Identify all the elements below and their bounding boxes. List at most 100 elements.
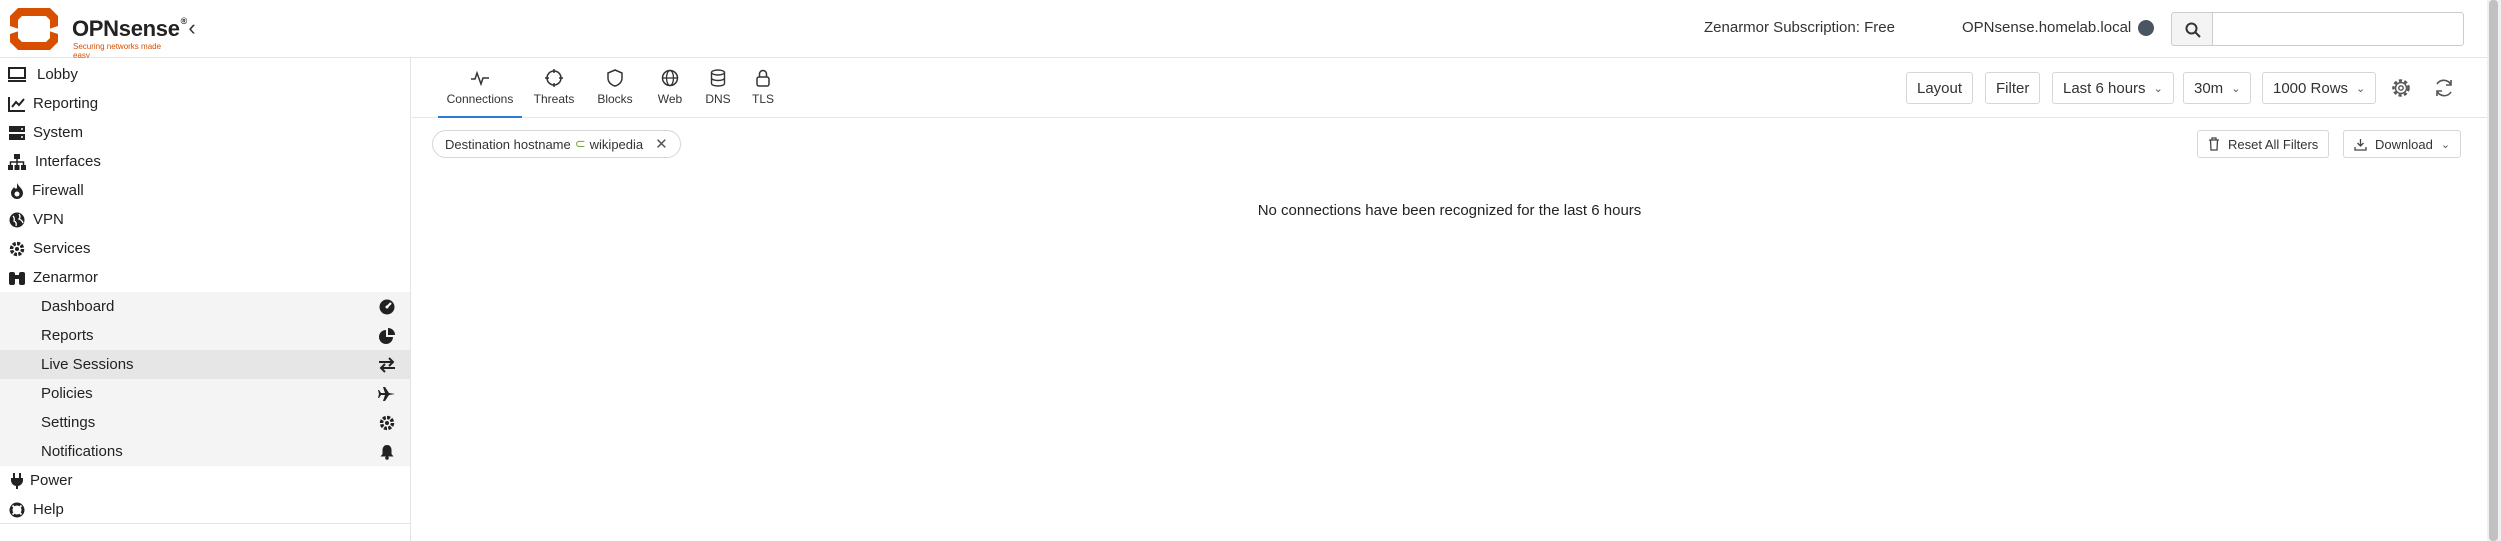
life-ring-icon bbox=[8, 501, 26, 519]
filter-button-label: Filter bbox=[1996, 79, 2030, 97]
lock-icon bbox=[753, 68, 773, 88]
sidebar-item-label: Notifications bbox=[41, 443, 123, 460]
filter-chip-field: Destination hostname bbox=[445, 136, 571, 152]
download-icon bbox=[2354, 138, 2367, 151]
globe-icon bbox=[8, 211, 26, 229]
sidebar-item-label: Dashboard bbox=[41, 298, 115, 315]
tab-label: Threats bbox=[533, 92, 575, 106]
fire-icon bbox=[8, 182, 26, 200]
filter-chip-operator: ⊂ bbox=[574, 136, 586, 151]
sidebar-item-label: VPN bbox=[33, 211, 64, 228]
chevron-down-icon: ⌄ bbox=[2440, 138, 2451, 151]
download-button[interactable]: Download ⌄ bbox=[2343, 130, 2462, 158]
sidebar-item-label: Reporting bbox=[33, 95, 99, 112]
chevron-down-icon: ⌄ bbox=[2153, 82, 2163, 95]
tab-dns[interactable]: DNS bbox=[700, 58, 736, 118]
time-range-select[interactable]: Last 6 hours ⌄ bbox=[2052, 72, 2174, 104]
tab-tls[interactable]: TLS bbox=[748, 58, 778, 118]
opnsense-logo[interactable]: OPNsense® Securing networks made easy bbox=[8, 4, 187, 60]
sidebar-subitem-settings[interactable]: Settings bbox=[0, 408, 410, 437]
sidebar-item-label: Reports bbox=[41, 327, 94, 344]
sidebar-item-label: Live Sessions bbox=[41, 356, 134, 373]
sidebar-item-label: Firewall bbox=[32, 182, 84, 199]
binoculars-icon bbox=[8, 269, 26, 287]
sidebar-subitem-dashboard[interactable]: Dashboard bbox=[0, 292, 410, 321]
filter-chip: Destination hostname ⊂ wikipedia ✕ bbox=[432, 130, 681, 158]
tab-label: Connections bbox=[446, 92, 514, 106]
search-icon bbox=[2185, 22, 2201, 38]
sidebar-item-zenarmor[interactable]: Zenarmor bbox=[0, 263, 410, 292]
scrollbar-thumb[interactable] bbox=[2489, 0, 2498, 541]
monitor-icon bbox=[8, 66, 26, 84]
bell-icon bbox=[378, 443, 396, 461]
sidebar: Lobby Reporting System Interfaces Firewa… bbox=[0, 58, 411, 541]
reset-filters-button[interactable]: Reset All Filters bbox=[2197, 130, 2330, 158]
tab-threats[interactable]: Threats bbox=[530, 58, 578, 118]
sidebar-item-label: System bbox=[33, 124, 84, 141]
rows-value: 1000 Rows bbox=[2273, 79, 2349, 97]
tab-label: Web bbox=[657, 92, 683, 106]
sidebar-item-label: Settings bbox=[41, 414, 96, 431]
close-icon[interactable]: ✕ bbox=[655, 135, 668, 153]
chevron-left-icon[interactable]: ‹ bbox=[180, 16, 204, 42]
refresh-button[interactable] bbox=[2430, 74, 2458, 102]
plane-icon bbox=[378, 385, 396, 403]
layout-button-label: Layout bbox=[1917, 79, 1963, 97]
sidebar-item-label: Zenarmor bbox=[33, 269, 99, 286]
search-input[interactable] bbox=[2212, 12, 2464, 46]
plug-icon bbox=[8, 472, 26, 490]
filter-button[interactable]: Filter bbox=[1985, 72, 2041, 104]
time-range-value: Last 6 hours bbox=[2063, 79, 2146, 97]
sidebar-divider bbox=[0, 523, 410, 524]
sitemap-icon bbox=[8, 153, 26, 171]
sidebar-item-label: Services bbox=[33, 240, 91, 257]
sidebar-item-label: Power bbox=[30, 472, 73, 489]
sidebar-subitem-notifications[interactable]: Notifications bbox=[0, 437, 410, 466]
chevron-down-icon: ⌄ bbox=[2356, 82, 2366, 95]
gear-icon bbox=[2392, 79, 2410, 97]
sidebar-item-system[interactable]: System bbox=[0, 118, 410, 147]
sidebar-item-label: Help bbox=[33, 501, 64, 518]
filter-chip-value: wikipedia bbox=[589, 136, 644, 152]
sidebar-item-help[interactable]: Help bbox=[0, 495, 410, 524]
chart-icon bbox=[8, 95, 26, 113]
hostname-label: OPNsense.homelab.local bbox=[1962, 19, 2132, 36]
download-label: Download bbox=[2375, 136, 2433, 152]
brand-name: OPNsense® bbox=[72, 16, 187, 41]
exchange-icon bbox=[378, 356, 396, 374]
search-button[interactable] bbox=[2171, 12, 2213, 46]
tab-blocks[interactable]: Blocks bbox=[592, 58, 638, 118]
crosshair-icon bbox=[544, 68, 564, 88]
sidebar-item-vpn[interactable]: VPN bbox=[0, 205, 410, 234]
sidebar-subitem-reports[interactable]: Reports bbox=[0, 321, 410, 350]
sidebar-item-firewall[interactable]: Firewall bbox=[0, 176, 410, 205]
activity-icon bbox=[470, 68, 490, 88]
tab-label: TLS bbox=[751, 92, 774, 106]
opnsense-logo-mark bbox=[10, 8, 58, 50]
status-dot-icon[interactable] bbox=[2138, 20, 2154, 36]
cog-icon bbox=[378, 414, 396, 432]
pie-chart-icon bbox=[378, 327, 396, 345]
cog-icon bbox=[8, 240, 26, 258]
globe-icon bbox=[660, 68, 680, 88]
tab-web[interactable]: Web bbox=[652, 58, 688, 118]
server-icon bbox=[8, 124, 26, 142]
sidebar-item-power[interactable]: Power bbox=[0, 466, 410, 495]
sidebar-item-label: Interfaces bbox=[35, 153, 101, 170]
settings-button[interactable] bbox=[2387, 74, 2415, 102]
rows-select[interactable]: 1000 Rows ⌄ bbox=[2262, 72, 2377, 104]
sidebar-item-interfaces[interactable]: Interfaces bbox=[0, 147, 410, 176]
sidebar-item-lobby[interactable]: Lobby bbox=[0, 60, 410, 89]
sidebar-subitem-live-sessions[interactable]: Live Sessions bbox=[0, 350, 410, 379]
reset-filters-label: Reset All Filters bbox=[2228, 136, 2319, 152]
refresh-icon bbox=[2436, 79, 2452, 97]
sidebar-item-services[interactable]: Services bbox=[0, 234, 410, 263]
interval-value: 30m bbox=[2194, 79, 2224, 97]
sidebar-item-reporting[interactable]: Reporting bbox=[0, 89, 410, 118]
layout-button[interactable]: Layout bbox=[1906, 72, 1974, 104]
subscription-label: Zenarmor Subscription: Free bbox=[1704, 19, 1895, 36]
tab-connections[interactable]: Connections bbox=[438, 58, 522, 118]
interval-select[interactable]: 30m ⌄ bbox=[2183, 72, 2252, 104]
sidebar-subitem-policies[interactable]: Policies bbox=[0, 379, 410, 408]
database-icon bbox=[708, 68, 728, 88]
